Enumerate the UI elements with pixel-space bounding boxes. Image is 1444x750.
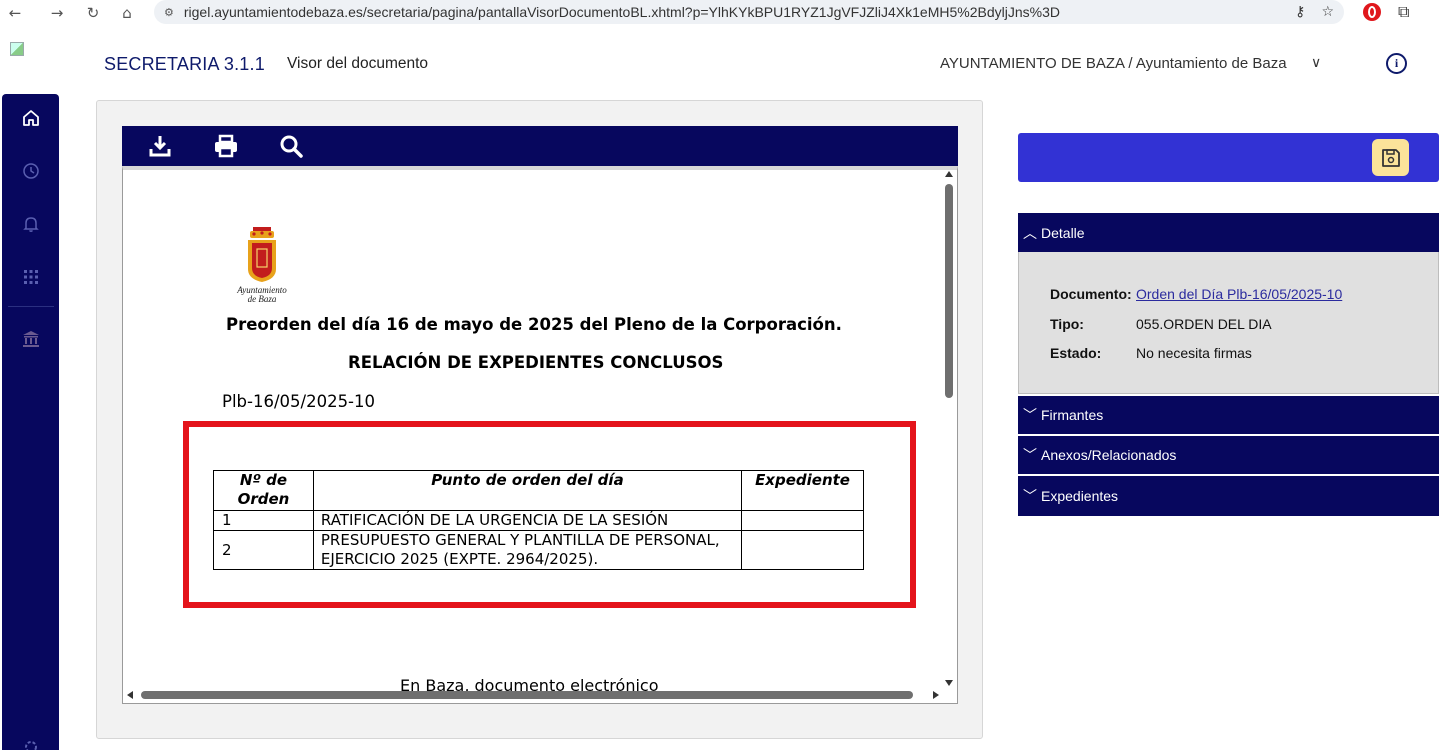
chevron-up-icon: ︿ (1023, 225, 1037, 242)
cell-order: 1 (213, 510, 314, 531)
site-settings-icon[interactable]: ⚙ (164, 6, 174, 19)
documento-link[interactable]: Orden del Día Plb-16/05/2025-10 (1136, 286, 1342, 302)
scroll-down-arrow-icon[interactable] (945, 680, 953, 686)
section-firmantes-header[interactable]: ﹀ Firmantes (1018, 396, 1439, 434)
apps-grid-icon[interactable] (2, 262, 59, 292)
section-expedientes-label: Expedientes (1041, 488, 1119, 504)
section-detalle-label: Detalle (1041, 224, 1085, 241)
section-anexos-header[interactable]: ﹀ Anexos/Relacionados (1018, 436, 1439, 474)
baza-coat-of-arms-logo (248, 227, 276, 282)
vertical-scroll-thumb[interactable] (945, 184, 953, 398)
cell-order: 2 (213, 530, 314, 570)
col-header-expediente: Expediente (741, 470, 864, 511)
horizontal-scrollbar[interactable] (123, 687, 941, 703)
vertical-scrollbar[interactable] (941, 170, 957, 687)
download-icon[interactable] (147, 134, 173, 158)
password-key-icon[interactable]: ⚷ (1295, 4, 1305, 20)
scroll-up-arrow-icon[interactable] (945, 171, 953, 177)
tipo-label: Tipo: (1050, 316, 1084, 332)
table-row: 1 RATIFICACIÓN DE LA URGENCIA DE LA SESI… (213, 510, 864, 531)
broken-logo-image (10, 42, 24, 56)
scroll-left-arrow-icon[interactable] (127, 691, 133, 699)
forward-icon[interactable]: → (42, 0, 72, 26)
col-header-order: Nº de Orden (213, 470, 314, 511)
extensions-icon[interactable]: ⧉ (1398, 2, 1409, 22)
section-anexos-label: Anexos/Relacionados (1041, 447, 1177, 463)
chevron-down-icon: ﹀ (1023, 489, 1037, 505)
info-icon[interactable]: i (1386, 53, 1407, 74)
app-title[interactable]: SECRETARIA 3.1.1 (104, 54, 265, 75)
chevron-down-icon: ﹀ (1023, 448, 1037, 464)
scroll-right-arrow-icon[interactable] (933, 691, 939, 699)
estado-value: No necesita firmas (1136, 345, 1252, 361)
sidebar (2, 94, 59, 750)
url-text: rigel.ayuntamientodebaza.es/secretaria/p… (183, 4, 1060, 20)
documento-label: Documento: (1050, 286, 1132, 302)
cell-point: PRESUPUESTO GENERAL Y PLANTILLA DE PERSO… (312, 530, 743, 570)
home-icon[interactable]: ⌂ (112, 0, 142, 26)
viewer-toolbar (122, 126, 958, 166)
section-expedientes-header[interactable]: ﹀ Expedientes (1018, 476, 1439, 516)
opera-extension-icon[interactable] (1363, 3, 1381, 21)
cell-expediente (741, 530, 864, 570)
agenda-table: Nº de Orden Punto de orden del día Exped… (213, 470, 864, 570)
horizontal-scroll-thumb[interactable] (141, 691, 913, 699)
document-reference: Plb-16/05/2025-10 (222, 392, 376, 411)
logo-caption-line2: de Baza (247, 294, 277, 304)
cell-expediente (741, 510, 864, 531)
logo-caption: Ayuntamiento de Baza (226, 286, 298, 304)
organization-selector[interactable]: AYUNTAMIENTO DE BAZA / Ayuntamiento de B… (940, 55, 1287, 72)
bell-icon[interactable] (2, 209, 59, 239)
cell-point: RATIFICACIÓN DE LA URGENCIA DE LA SESIÓN (312, 510, 743, 531)
back-icon[interactable]: ← (0, 0, 30, 26)
settings-gear-icon[interactable] (2, 732, 59, 750)
table-header-row: Nº de Orden Punto de orden del día Exped… (213, 470, 864, 511)
chevron-down-icon: ﹀ (1023, 408, 1037, 424)
institution-icon[interactable] (2, 324, 59, 354)
estado-label: Estado: (1050, 345, 1102, 361)
reload-icon[interactable]: ↻ (78, 0, 108, 26)
sidebar-divider (8, 306, 54, 307)
col-header-point: Punto de orden del día (312, 470, 743, 511)
chevron-down-icon[interactable]: ∨ (1311, 55, 1321, 71)
save-button[interactable] (1372, 139, 1409, 176)
print-icon[interactable] (213, 134, 239, 158)
bookmark-star-icon[interactable]: ☆ (1321, 4, 1334, 20)
document-subheading: RELACIÓN DE EXPEDIENTES CONCLUSOS (348, 353, 724, 372)
table-row: 2 PRESUPUESTO GENERAL Y PLANTILLA DE PER… (213, 530, 864, 570)
search-icon[interactable] (279, 134, 305, 158)
page-title: Visor del documento (287, 55, 429, 72)
clock-icon[interactable] (2, 156, 59, 186)
address-bar[interactable]: ⚙ rigel.ayuntamientodebaza.es/secretaria… (154, 0, 1344, 24)
document-heading: Preorden del día 16 de mayo de 2025 del … (226, 315, 842, 334)
section-firmantes-label: Firmantes (1041, 407, 1104, 423)
save-icon (1381, 148, 1400, 167)
tipo-value: 055.ORDEN DEL DIA (1136, 316, 1272, 332)
home-icon[interactable] (2, 103, 59, 133)
section-detalle-header[interactable]: ︿ Detalle (1018, 213, 1439, 252)
